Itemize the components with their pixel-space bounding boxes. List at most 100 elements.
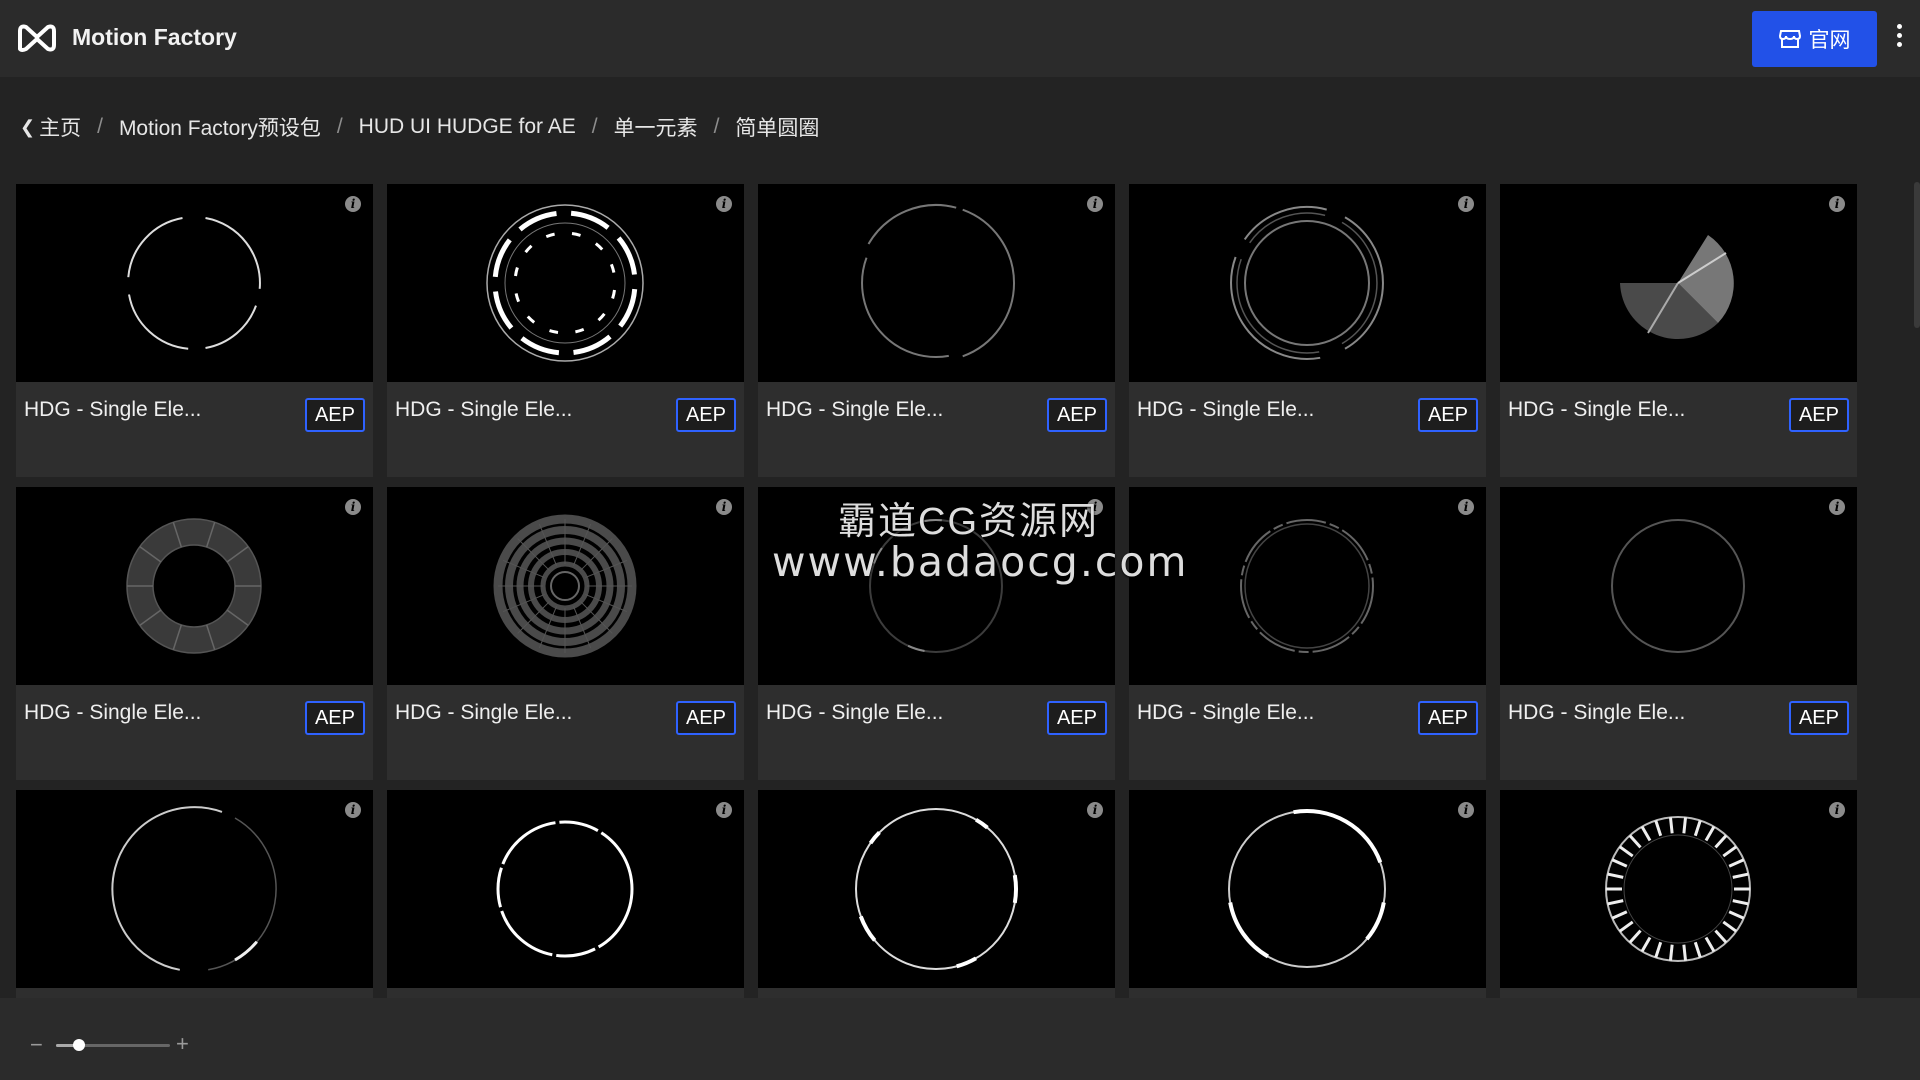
info-icon[interactable]: i <box>1458 196 1474 212</box>
hud-circle-preview <box>1620 235 1734 340</box>
asset-thumbnail[interactable] <box>387 487 744 685</box>
format-badge: AEP <box>675 701 736 735</box>
asset-title: HDG - Single Ele... <box>395 701 573 724</box>
hud-circle-preview <box>1240 519 1374 653</box>
hud-circle-preview <box>126 518 262 654</box>
info-icon[interactable]: i <box>1087 196 1103 212</box>
watermark-text: 霸道CG资源网 <box>838 501 1100 543</box>
hud-circle-preview <box>496 820 634 958</box>
asset-thumbnail[interactable] <box>387 790 744 988</box>
asset-thumbnail[interactable] <box>758 790 1115 988</box>
info-icon[interactable]: i <box>716 196 732 212</box>
asset-card[interactable]: i HDG - Single Ele... AEP <box>387 184 744 477</box>
info-icon[interactable]: i <box>716 802 732 818</box>
asset-thumbnail[interactable] <box>1129 487 1486 685</box>
breadcrumb-separator: / <box>591 115 598 138</box>
asset-thumbnail[interactable] <box>1129 790 1486 988</box>
asset-card[interactable]: i HDG - Single Ele... AEP <box>1500 487 1857 780</box>
store-icon <box>1778 30 1801 48</box>
asset-card[interactable]: i <box>1500 790 1857 999</box>
format-badge: AEP <box>1788 398 1849 432</box>
breadcrumb-single-elements[interactable]: 单一元素 <box>614 112 698 142</box>
format-badge: AEP <box>675 398 736 432</box>
info-icon[interactable]: i <box>1829 196 1845 212</box>
info-icon[interactable]: i <box>345 802 361 818</box>
more-vertical-icon[interactable] <box>1892 24 1906 54</box>
format-badge: AEP <box>1788 701 1849 735</box>
breadcrumb-preset-pack[interactable]: Motion Factory预设包 <box>119 112 321 142</box>
asset-thumbnail[interactable] <box>1129 184 1486 382</box>
asset-title: HDG - Single Ele... <box>1508 701 1686 724</box>
asset-card[interactable]: i HDG - Single Ele... AEP <box>758 184 1115 477</box>
asset-thumbnail[interactable] <box>16 790 373 988</box>
hud-circle-preview <box>493 514 637 658</box>
breadcrumb-separator: / <box>336 115 343 138</box>
info-icon[interactable]: i <box>1087 802 1103 818</box>
top-bar: Motion Factory 官网 <box>0 0 1920 77</box>
breadcrumb-home[interactable]: 主页 <box>39 112 81 142</box>
asset-thumbnail[interactable] <box>387 184 744 382</box>
asset-card[interactable]: i <box>758 790 1115 999</box>
asset-thumbnail[interactable] <box>1500 790 1857 988</box>
asset-card[interactable]: i <box>1129 790 1486 999</box>
info-icon[interactable]: i <box>345 196 361 212</box>
info-icon[interactable]: i <box>1829 499 1845 515</box>
asset-title: HDG - Single Ele... <box>766 701 944 724</box>
asset-thumbnail[interactable] <box>1500 487 1857 685</box>
asset-grid: i HDG - Single Ele... AEP i HDG - Single Ele… <box>16 184 1858 999</box>
hud-circle-preview <box>855 808 1019 970</box>
chevron-left-icon[interactable]: ❮ <box>20 117 35 138</box>
breadcrumb-simple-circles: 简单圆圈 <box>735 117 820 140</box>
format-badge: AEP <box>1417 398 1478 432</box>
asset-card[interactable]: i HDG - Single Ele... AEP <box>1129 184 1486 477</box>
format-badge: AEP <box>304 398 365 432</box>
asset-title: HDG - Single Ele... <box>24 398 202 421</box>
app-title: Motion Factory <box>72 24 237 50</box>
asset-title: HDG - Single Ele... <box>766 398 944 421</box>
hud-circle-preview <box>1230 206 1384 360</box>
asset-card[interactable]: i <box>16 790 373 999</box>
asset-title: HDG - Single Ele... <box>1137 398 1315 421</box>
zoom-slider[interactable] <box>56 1039 170 1051</box>
hud-circle-preview <box>1611 519 1745 653</box>
asset-title: HDG - Single Ele... <box>395 398 573 421</box>
asset-card[interactable]: i HDG - Single Ele... AEP <box>387 487 744 780</box>
watermark-url: www.badaocg.com <box>772 538 1189 586</box>
asset-card[interactable]: i HDG - Single Ele... AEP <box>16 487 373 780</box>
asset-title: HDG - Single Ele... <box>1137 701 1315 724</box>
hud-circle-preview <box>486 204 644 362</box>
hud-circle-preview <box>111 806 277 971</box>
hud-circle-preview <box>127 217 261 350</box>
footer-bar <box>0 998 1920 1080</box>
breadcrumb-separator: / <box>713 115 720 138</box>
asset-card[interactable]: i HDG - Single Ele... AEP <box>1500 184 1857 477</box>
format-badge: AEP <box>1417 701 1478 735</box>
breadcrumb: ❮ 主页 / Motion Factory预设包 / HUD UI HUDGE … <box>20 112 819 142</box>
asset-card[interactable]: i HDG - Single Ele... AEP <box>1129 487 1486 780</box>
format-badge: AEP <box>1046 701 1107 735</box>
asset-thumbnail[interactable] <box>1500 184 1857 382</box>
hud-circle-preview <box>861 204 1016 358</box>
asset-thumbnail[interactable] <box>758 184 1115 382</box>
asset-card[interactable]: i <box>387 790 744 999</box>
info-icon[interactable]: i <box>1458 802 1474 818</box>
zoom-slider-thumb[interactable] <box>72 1039 85 1051</box>
official-site-button[interactable]: 官网 <box>1752 11 1877 67</box>
asset-title: HDG - Single Ele... <box>24 701 202 724</box>
asset-thumbnail[interactable] <box>16 184 373 382</box>
motion-factory-logo[interactable] <box>16 21 58 55</box>
info-icon[interactable]: i <box>345 499 361 515</box>
format-badge: AEP <box>304 701 365 735</box>
info-icon[interactable]: i <box>1829 802 1845 818</box>
asset-card[interactable]: i HDG - Single Ele... AEP <box>16 184 373 477</box>
info-icon[interactable]: i <box>716 499 732 515</box>
official-site-label: 官网 <box>1808 29 1851 52</box>
zoom-out-button[interactable]: − <box>30 1034 43 1056</box>
breadcrumb-hud-pack[interactable]: HUD UI HUDGE for AE <box>359 115 576 139</box>
scrollbar[interactable] <box>1914 182 1920 328</box>
hud-circle-preview <box>1605 816 1751 962</box>
zoom-in-button[interactable]: + <box>176 1033 189 1055</box>
asset-thumbnail[interactable] <box>16 487 373 685</box>
breadcrumb-separator: / <box>97 115 103 138</box>
info-icon[interactable]: i <box>1458 499 1474 515</box>
